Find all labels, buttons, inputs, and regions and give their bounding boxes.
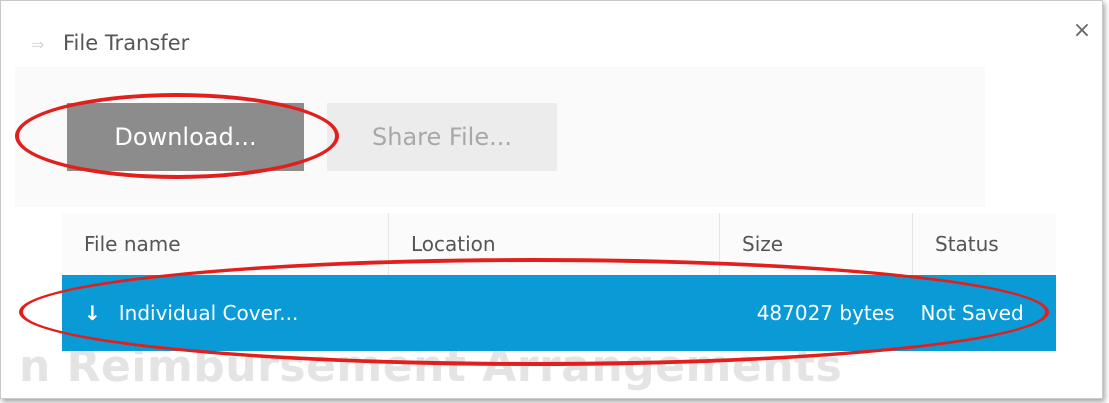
download-arrow-icon: ↓ [84,301,101,325]
share-file-button[interactable]: Share File... [327,103,557,171]
column-header-location[interactable]: Location [388,213,720,275]
file-transfer-window: n Reimbursement Arrangements ⇒ File Tran… [0,0,1103,399]
size-cell[interactable]: 487027 bytes [719,275,913,351]
file-name-cell[interactable]: ↓ Individual Cover... [62,275,389,351]
file-name-text: Individual Cover... [118,301,299,325]
file-transfer-dialog: File Transfer × Download... Share File..… [1,1,1102,351]
table-header-row: File name Location Size Status [62,213,1056,275]
download-button[interactable]: Download... [67,103,304,171]
column-header-size[interactable]: Size [719,213,913,275]
column-header-file-name[interactable]: File name [62,213,389,275]
location-cell[interactable] [388,275,720,351]
status-cell[interactable]: Not Saved [912,275,1056,351]
close-icon[interactable]: × [1070,19,1094,43]
table-row[interactable]: ↓ Individual Cover... 487027 bytes Not Sa… [62,275,1056,351]
column-header-status[interactable]: Status [912,213,1056,275]
dialog-title: File Transfer [63,31,190,55]
file-transfer-table: File name Location Size Status ↓ Individu… [62,213,1056,351]
toolbar: Download... Share File... [1,63,1102,207]
